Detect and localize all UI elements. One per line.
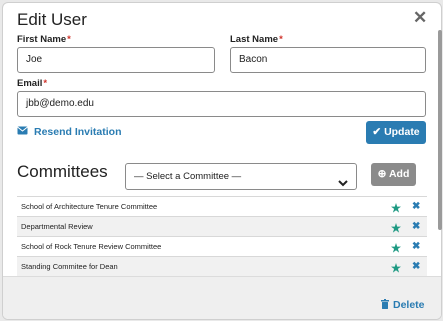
email-field[interactable]: jbb@demo.edu <box>17 91 426 117</box>
add-committee-button[interactable]: ⊕ Add <box>371 163 416 186</box>
committee-row: School of Architecture Tenure Committee … <box>17 196 427 216</box>
committee-name: School of Architecture Tenure Committee <box>21 202 158 211</box>
committee-row: Standing Commitee for Dean ✖ <box>17 256 427 277</box>
last-name-label: Last Name* <box>230 34 283 45</box>
email-label: Email* <box>17 78 48 89</box>
committee-select[interactable]: — Select a Committee — <box>125 163 357 190</box>
remove-icon[interactable]: ✖ <box>412 257 420 276</box>
resend-label: Resend Invitation <box>34 126 122 138</box>
last-name-field[interactable]: Bacon <box>230 47 426 73</box>
committees-title: Committees <box>17 162 108 181</box>
committee-name: Departmental Review <box>21 222 93 231</box>
delete-label: Delete <box>393 299 425 311</box>
first-name-field[interactable]: Joe <box>17 47 215 73</box>
trash-icon <box>381 299 389 312</box>
update-label: Update <box>384 126 420 138</box>
chevron-down-icon <box>338 172 348 197</box>
remove-icon[interactable]: ✖ <box>412 217 420 236</box>
remove-icon[interactable]: ✖ <box>412 197 420 216</box>
add-label: Add <box>388 168 410 180</box>
plus-circle-icon: ⊕ <box>377 168 387 180</box>
envelope-icon <box>17 126 28 138</box>
edit-user-dialog: Edit User ✕ First Name* Joe Last Name* B… <box>2 2 442 320</box>
update-button[interactable]: ✔ Update <box>366 121 426 144</box>
resend-invitation-link[interactable]: Resend Invitation <box>17 126 122 138</box>
check-icon: ✔ <box>372 126 382 138</box>
dialog-footer: Delete <box>3 276 441 319</box>
committee-name: School of Rock Tenure Review Committee <box>21 242 162 251</box>
committee-list: School of Architecture Tenure Committee … <box>17 196 427 277</box>
committee-row: School of Rock Tenure Review Committee ✖ <box>17 236 427 256</box>
committee-row: Departmental Review ✖ <box>17 216 427 236</box>
scrollbar[interactable] <box>438 30 442 230</box>
dialog-title: Edit User <box>17 10 87 29</box>
first-name-label: First Name* <box>17 34 71 45</box>
committee-select-value: — Select a Committee — <box>134 171 242 182</box>
delete-button[interactable]: Delete <box>381 299 425 312</box>
close-icon[interactable]: ✕ <box>413 8 427 28</box>
committee-name: Standing Commitee for Dean <box>21 262 118 271</box>
remove-icon[interactable]: ✖ <box>412 237 420 256</box>
